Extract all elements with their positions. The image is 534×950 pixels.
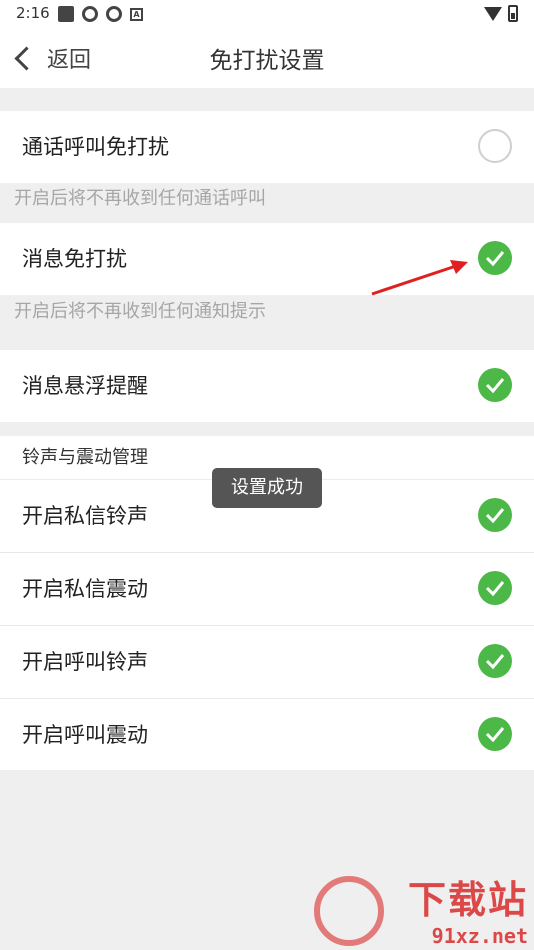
setting-label: 消息悬浮提醒 <box>22 374 148 398</box>
check-icon <box>485 581 505 597</box>
setting-hint: 开启后将不再收到任何通知提示 <box>14 301 266 322</box>
watermark-logo-icon <box>314 876 384 946</box>
setting-hint: 开启后将不再收到任何通话呼叫 <box>14 188 266 209</box>
setting-row-call-ringtone[interactable]: 开启呼叫铃声 <box>0 626 534 699</box>
annotation-arrow-icon <box>371 260 468 296</box>
setting-row-private-vibration[interactable]: 开启私信震动 <box>0 553 534 626</box>
wifi-icon <box>484 6 502 21</box>
watermark: 下载站 91xz.net <box>408 869 528 948</box>
call-ringtone-toggle[interactable] <box>478 644 512 678</box>
setting-label: 开启呼叫震动 <box>22 723 148 747</box>
app-header: 返回 免打扰设置 <box>0 28 534 88</box>
private-vibration-toggle[interactable] <box>478 571 512 605</box>
setting-label: 通话呼叫免打扰 <box>22 135 169 159</box>
status-bar: 2:16 A <box>0 0 534 28</box>
watermark-domain: 91xz.net <box>431 924 528 948</box>
msg-dnd-toggle[interactable] <box>478 241 512 275</box>
check-icon <box>485 378 505 394</box>
setting-row-call-vibration[interactable]: 开启呼叫震动 <box>0 699 534 770</box>
page-title: 免打扰设置 <box>209 48 325 74</box>
battery-icon <box>508 5 518 22</box>
float-reminder-toggle[interactable] <box>478 368 512 402</box>
status-time: 2:16 <box>16 4 50 22</box>
watermark-text: 下载站 <box>407 878 528 922</box>
check-icon <box>485 251 505 267</box>
check-icon <box>485 727 505 743</box>
notification-square-icon <box>58 6 74 22</box>
section-title: 铃声与震动管理 <box>22 447 148 468</box>
setting-row-call-dnd[interactable]: 通话呼叫免打扰 <box>0 111 534 183</box>
check-icon <box>485 654 505 670</box>
app-notification-icon-2 <box>106 6 122 22</box>
app-notification-icon <box>82 6 98 22</box>
setting-label: 开启私信震动 <box>22 577 148 601</box>
check-icon <box>485 508 505 524</box>
setting-label: 开启呼叫铃声 <box>22 650 148 674</box>
call-dnd-toggle[interactable] <box>478 129 512 163</box>
call-vibration-toggle[interactable] <box>478 717 512 751</box>
a-notification-icon: A <box>130 7 143 21</box>
system-icons <box>484 5 518 22</box>
notification-icons: A <box>58 6 143 22</box>
setting-row-float-reminder[interactable]: 消息悬浮提醒 <box>0 350 534 422</box>
setting-label: 消息免打扰 <box>22 247 127 271</box>
toast-message: 设置成功 <box>212 468 322 508</box>
private-ringtone-toggle[interactable] <box>478 498 512 532</box>
setting-label: 开启私信铃声 <box>22 504 148 528</box>
